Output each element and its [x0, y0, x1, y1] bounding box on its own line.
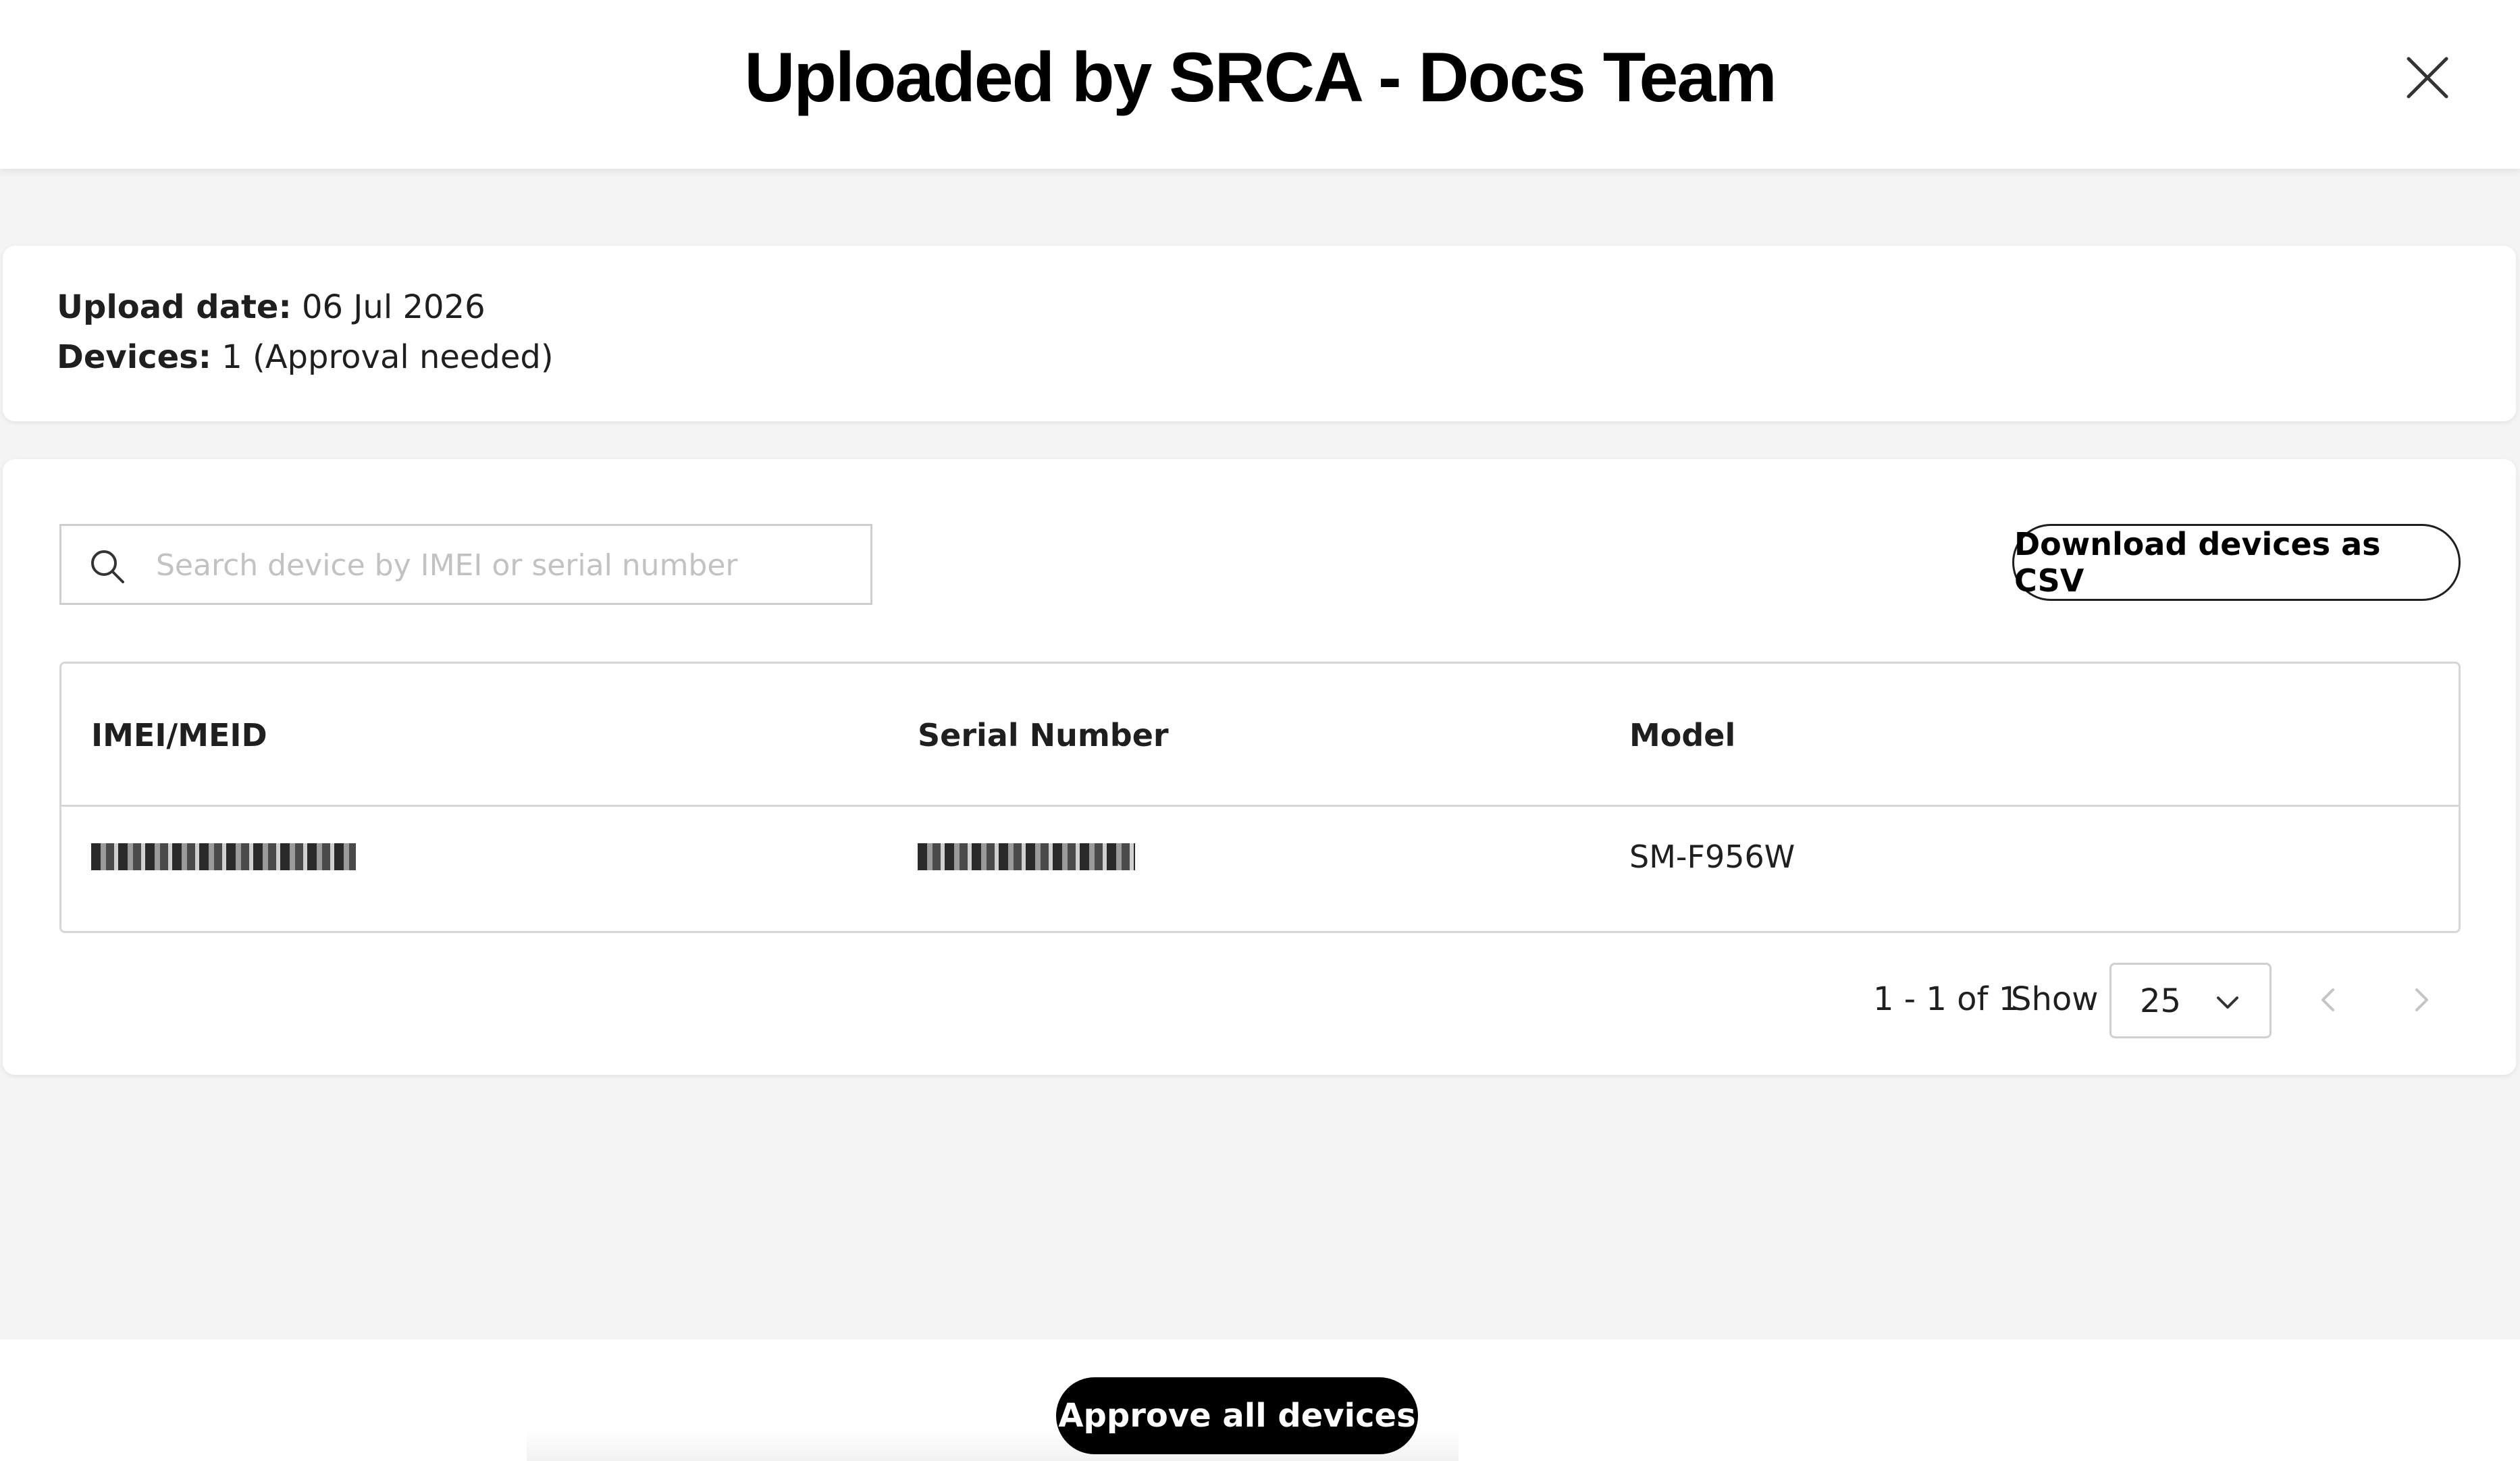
modal-page: Uploaded by SRCA - Docs Team Upload date…	[0, 0, 2520, 1461]
model-cell: SM-F956W	[1629, 839, 1795, 875]
devices-table: IMEI/MEID Serial Number Model SM-F956W	[59, 662, 2461, 933]
page-size-select[interactable]: 25	[2109, 963, 2272, 1038]
upload-date: Upload date: 06 Jul 2026	[57, 284, 485, 331]
upload-date-label: Upload date:	[57, 288, 292, 326]
page-size-value: 25	[2140, 982, 2182, 1020]
modal-header: Uploaded by SRCA - Docs Team	[0, 0, 2520, 169]
imei-cell	[91, 836, 356, 880]
approve-all-button[interactable]: Approve all devices	[1056, 1377, 1418, 1454]
search-icon	[91, 550, 124, 583]
download-csv-button[interactable]: Download devices as CSV	[2012, 524, 2461, 601]
column-header-model[interactable]: Model	[1629, 715, 1735, 755]
devices-value: 1 (Approval needed)	[221, 338, 554, 376]
redacted-imei	[91, 843, 356, 870]
redacted-serial	[918, 843, 1135, 870]
upload-date-value: 06 Jul 2026	[301, 288, 485, 326]
chevron-down-icon	[2217, 997, 2238, 1009]
table-header: IMEI/MEID Serial Number Model	[61, 664, 2459, 807]
search-box	[59, 524, 872, 605]
column-header-serial[interactable]: Serial Number	[918, 715, 1169, 755]
search-input[interactable]	[156, 541, 845, 589]
page-size-label: Show	[2011, 980, 2099, 1018]
pagination-range: 1 - 1 of 1	[1873, 980, 2020, 1018]
devices-label: Devices:	[57, 338, 211, 376]
column-header-imei[interactable]: IMEI/MEID	[91, 715, 267, 755]
chevron-right-icon[interactable]	[2404, 983, 2438, 1017]
page-title: Uploaded by SRCA - Docs Team	[744, 38, 1777, 117]
chevron-left-icon[interactable]	[2312, 983, 2346, 1017]
close-button[interactable]	[2400, 51, 2455, 105]
serial-cell	[918, 836, 1135, 880]
device-count: Devices: 1 (Approval needed)	[57, 334, 554, 381]
close-icon	[2407, 57, 2448, 99]
